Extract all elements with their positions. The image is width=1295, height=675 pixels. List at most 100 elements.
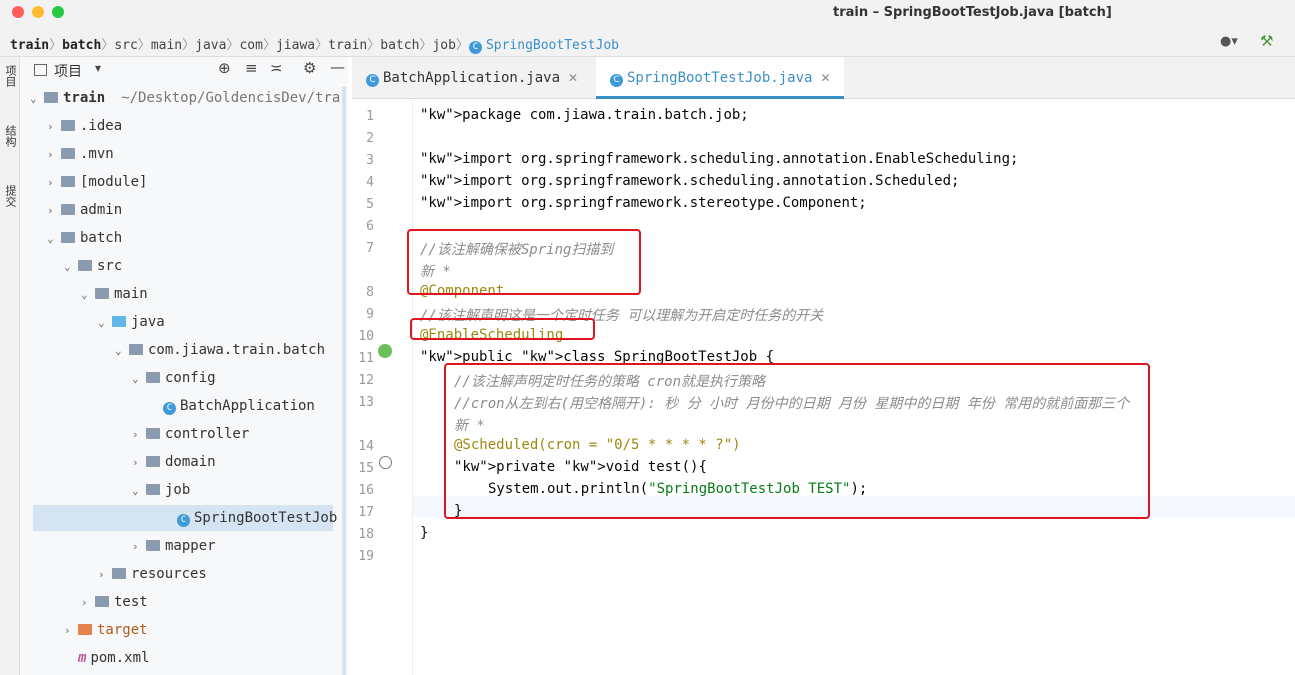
- close-tab-icon[interactable]: ✕: [568, 71, 578, 85]
- tree-item-label: .idea: [80, 118, 123, 134]
- line-number: 10: [358, 329, 374, 344]
- window-title: train – SpringBootTestJob.java [batch]: [833, 5, 1112, 20]
- tree-item[interactable]: › .idea: [47, 113, 122, 139]
- class-icon: C: [177, 514, 190, 527]
- expand-arrow-icon[interactable]: ›: [47, 170, 61, 196]
- expand-arrow-icon[interactable]: ⌄: [64, 254, 78, 280]
- breadcrumb-item[interactable]: java: [195, 38, 226, 53]
- tab-project[interactable]: 项目: [2, 65, 18, 87]
- tree-item[interactable]: ⌄ train ~/Desktop/GoldencisDev/tra: [30, 85, 340, 111]
- tree-item[interactable]: › resources: [98, 561, 207, 587]
- line-number: 4: [366, 175, 374, 190]
- breadcrumb-item[interactable]: train: [10, 38, 49, 53]
- tree-item[interactable]: C SpringBootTestJob: [33, 505, 337, 531]
- tree-item[interactable]: › test: [81, 589, 148, 615]
- breadcrumb-item[interactable]: SpringBootTestJob: [486, 38, 619, 53]
- line-number: 7: [366, 241, 374, 256]
- folder-icon: [112, 316, 126, 327]
- project-panel-title[interactable]: 项目: [54, 61, 82, 81]
- scheduled-run-icon[interactable]: [379, 456, 392, 469]
- expand-arrow-icon[interactable]: ›: [47, 198, 61, 224]
- code-line: "kw">package com.jiawa.train.batch.job;: [420, 107, 749, 123]
- tree-item[interactable]: ⌄ src: [64, 253, 122, 279]
- breadcrumb-item[interactable]: train: [328, 38, 367, 53]
- tree-item[interactable]: ⌄ main: [81, 281, 148, 307]
- tree-item[interactable]: ⌄ java: [98, 309, 165, 335]
- collapse-all-icon[interactable]: ≍: [270, 59, 283, 77]
- class-icon: C: [163, 402, 176, 415]
- expand-arrow-icon[interactable]: ›: [64, 618, 78, 644]
- line-number: 16: [358, 483, 374, 498]
- editor-tab-bar: C BatchApplication.java ✕ C SpringBootTestJ…: [352, 57, 1295, 99]
- breadcrumb-separator: 〉: [315, 38, 329, 53]
- hide-panel-icon[interactable]: —: [330, 58, 345, 76]
- tree-item[interactable]: m pom.xml: [64, 645, 149, 671]
- tree-item[interactable]: › admin: [47, 197, 122, 223]
- breadcrumb-item[interactable]: main: [151, 38, 182, 53]
- tree-item[interactable]: › target: [64, 617, 148, 643]
- expand-arrow-icon[interactable]: ⌄: [98, 310, 112, 336]
- spring-bean-icon[interactable]: [378, 344, 392, 358]
- folder-icon: [146, 456, 160, 467]
- breadcrumb-item[interactable]: jiawa: [276, 38, 315, 53]
- locate-icon[interactable]: ⊕: [218, 59, 231, 77]
- tree-item-label: batch: [80, 230, 123, 246]
- class-icon: C: [610, 74, 623, 87]
- gear-icon[interactable]: ⚙: [303, 59, 316, 77]
- line-number: 13: [358, 395, 374, 410]
- folder-icon: [61, 204, 75, 215]
- tree-item[interactable]: › .mvn: [47, 141, 114, 167]
- tree-item-label: .mvn: [80, 146, 114, 162]
- breadcrumb-item[interactable]: src: [114, 38, 137, 53]
- breadcrumb-item[interactable]: job: [432, 38, 455, 53]
- breadcrumb-separator: 〉: [182, 38, 196, 53]
- expand-arrow-icon[interactable]: ⌄: [47, 226, 61, 252]
- expand-arrow-icon[interactable]: ›: [132, 450, 146, 476]
- tree-item-label: src: [97, 258, 123, 274]
- expand-arrow-icon[interactable]: ⌄: [30, 86, 44, 112]
- tree-item[interactable]: › mapper: [132, 533, 216, 559]
- expand-all-icon[interactable]: ≡: [245, 59, 258, 77]
- line-number: 11: [358, 351, 374, 366]
- tab-commit[interactable]: 提交: [2, 185, 18, 207]
- expand-arrow-icon[interactable]: ⌄: [132, 366, 146, 392]
- tab-structure[interactable]: 结构: [2, 125, 18, 147]
- expand-arrow-icon[interactable]: ›: [98, 562, 112, 588]
- expand-arrow-icon[interactable]: ›: [81, 590, 95, 616]
- tree-item[interactable]: › domain: [132, 449, 216, 475]
- tree-item[interactable]: ⌄ config: [132, 365, 216, 391]
- tree-item[interactable]: ⌄ com.jiawa.train.batch: [115, 337, 325, 363]
- tree-item-label: domain: [165, 454, 216, 470]
- tree-scrollbar[interactable]: [342, 87, 346, 675]
- tree-item[interactable]: › [module]: [47, 169, 147, 195]
- tree-item-label: controller: [165, 426, 250, 442]
- tab-batch-application[interactable]: C BatchApplication.java ✕: [352, 57, 596, 99]
- line-number: 9: [366, 307, 374, 322]
- user-icon[interactable]: ●▾: [1220, 34, 1238, 49]
- expand-arrow-icon[interactable]: ›: [132, 534, 146, 560]
- tab-springboottestjob[interactable]: C SpringBootTestJob.java ✕: [596, 57, 844, 99]
- tree-item[interactable]: ⌄ job: [132, 477, 190, 503]
- tree-item[interactable]: › controller: [132, 421, 249, 447]
- breadcrumb-item[interactable]: batch: [380, 38, 419, 53]
- expand-arrow-icon[interactable]: ›: [47, 114, 61, 140]
- breadcrumb-item[interactable]: com: [239, 38, 262, 53]
- tree-item[interactable]: ⌄ batch: [47, 225, 122, 251]
- folder-icon: [78, 260, 92, 271]
- folder-icon: [61, 120, 75, 131]
- line-number: 17: [358, 505, 374, 520]
- expand-arrow-icon[interactable]: ⌄: [81, 282, 95, 308]
- tree-item[interactable]: C BatchApplication: [149, 393, 315, 419]
- expand-arrow-icon[interactable]: ⌄: [115, 338, 129, 364]
- close-tab-icon[interactable]: ✕: [820, 71, 830, 85]
- line-number: 15: [358, 461, 374, 476]
- chevron-down-icon[interactable]: ▾: [95, 61, 101, 75]
- expand-arrow-icon[interactable]: ›: [47, 142, 61, 168]
- breadcrumb-item[interactable]: batch: [62, 38, 101, 53]
- build-hammer-icon[interactable]: ⚒: [1260, 32, 1273, 50]
- breadcrumb-separator: 〉: [419, 38, 433, 53]
- tree-item-label: pom.xml: [90, 650, 150, 666]
- expand-arrow-icon[interactable]: ⌄: [132, 478, 146, 504]
- tree-item-label: resources: [131, 566, 207, 582]
- expand-arrow-icon[interactable]: ›: [132, 422, 146, 448]
